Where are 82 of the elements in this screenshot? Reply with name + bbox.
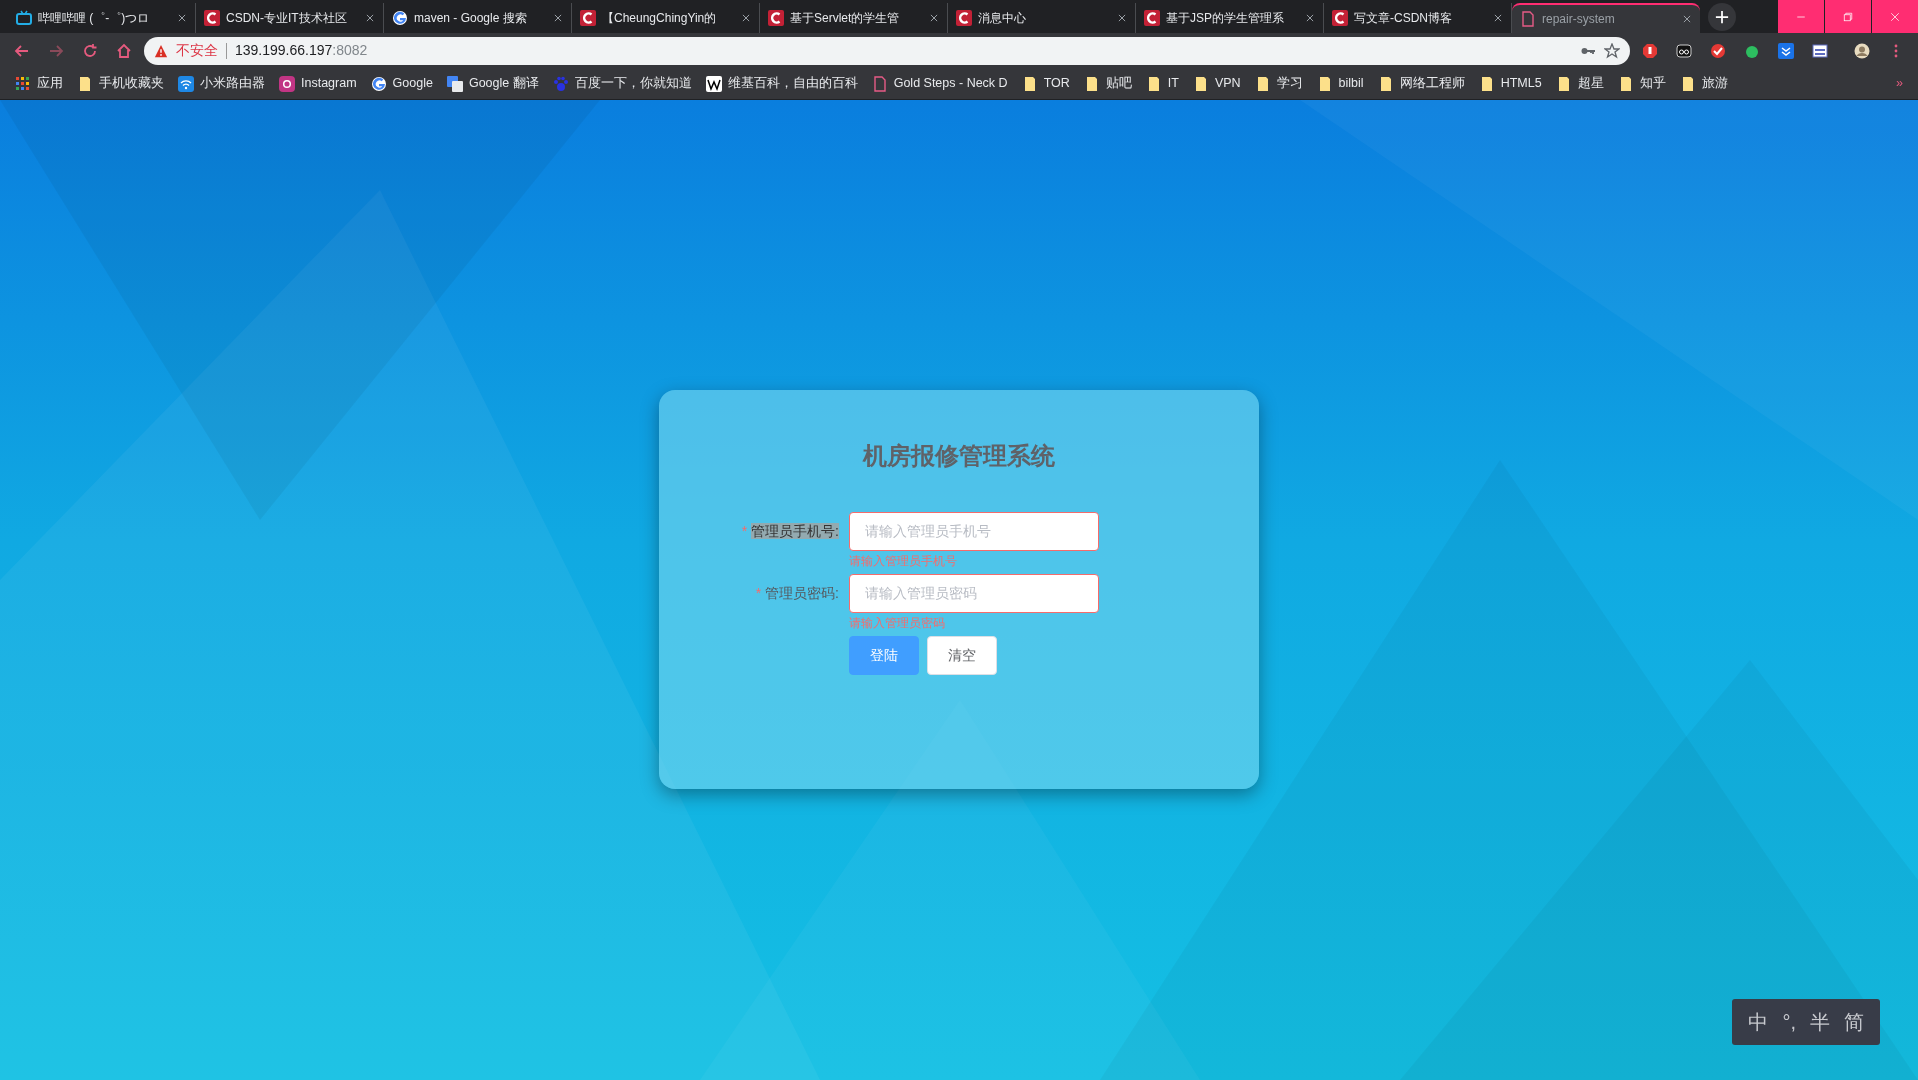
bookmark[interactable]: Gold Steps - Neck D bbox=[864, 72, 1015, 95]
wifi-icon bbox=[178, 75, 194, 92]
close-icon bbox=[1117, 13, 1127, 23]
letter-c-icon bbox=[1332, 10, 1348, 26]
plus-icon[interactable] bbox=[1715, 9, 1729, 24]
bookmark[interactable]: 小米路由器 bbox=[171, 72, 272, 95]
field-label: 管理员手机号: bbox=[751, 522, 839, 539]
error-message: 请输入管理员手机号 bbox=[849, 552, 958, 570]
restore-icon[interactable] bbox=[1842, 10, 1854, 23]
required-mark: * bbox=[741, 522, 748, 539]
bookmark[interactable]: 网络工程师 bbox=[1370, 72, 1472, 95]
star-icon bbox=[1604, 42, 1620, 59]
field-label: 管理员密码: bbox=[765, 584, 839, 601]
bookmark[interactable]: HTML5 bbox=[1471, 72, 1549, 95]
bookmark[interactable]: VPN bbox=[1185, 72, 1248, 95]
mask-icon[interactable] bbox=[1676, 42, 1692, 59]
google-icon bbox=[392, 10, 408, 26]
close-icon bbox=[177, 13, 187, 23]
more-bookmarks-button[interactable]: » bbox=[1889, 72, 1910, 95]
form-title: 机房报修管理系统 bbox=[861, 442, 1056, 471]
restore-button[interactable] bbox=[1825, 0, 1871, 33]
download-icon[interactable] bbox=[1778, 42, 1794, 59]
bookmark[interactable]: 旅游 bbox=[1672, 72, 1735, 95]
letter-c-icon bbox=[1144, 10, 1160, 26]
bookmark[interactable]: 百度一下，你就知道 bbox=[545, 72, 699, 95]
new-tab-button[interactable] bbox=[1708, 2, 1736, 31]
close-icon bbox=[365, 13, 375, 23]
folder-icon bbox=[77, 75, 93, 92]
bookmark[interactable]: Google bbox=[363, 72, 440, 95]
letter-c-icon bbox=[204, 10, 220, 26]
bookmark[interactable]: Instagram bbox=[272, 72, 364, 95]
close-icon bbox=[1305, 13, 1315, 23]
clear-button[interactable]: 清空 bbox=[927, 635, 997, 675]
ime-toggle[interactable]: °, bbox=[1782, 1007, 1796, 1037]
letter-c-icon bbox=[768, 10, 784, 26]
back-icon[interactable] bbox=[14, 42, 30, 59]
check-icon[interactable] bbox=[1710, 42, 1726, 59]
bookmark[interactable]: 超星 bbox=[1548, 72, 1611, 95]
google-icon bbox=[370, 75, 387, 92]
error-message: 请输入管理员密码 bbox=[849, 614, 946, 632]
url-text: 139.199.66.197:8082 bbox=[235, 41, 368, 60]
page-icon bbox=[871, 75, 888, 92]
ime-toggle[interactable]: 简 bbox=[1844, 1007, 1864, 1037]
bookmark[interactable]: 应用 bbox=[8, 72, 70, 95]
bookmark[interactable]: Google 翻译 bbox=[439, 72, 546, 95]
bookmark[interactable]: 手机收藏夹 bbox=[70, 72, 171, 95]
camera-icon bbox=[279, 75, 295, 92]
input-field[interactable]: 请输入管理员手机号 bbox=[849, 511, 1099, 551]
apps-icon bbox=[15, 75, 31, 92]
bookmark[interactable]: 贴吧 bbox=[1076, 72, 1139, 95]
input-field[interactable]: 请输入管理员密码 bbox=[849, 573, 1099, 613]
home-icon[interactable] bbox=[116, 42, 132, 59]
wiki-icon bbox=[705, 75, 722, 92]
close-icon bbox=[741, 13, 751, 23]
warning-icon bbox=[154, 43, 168, 58]
address-bar[interactable]: 不安全 139.199.66.197:8082 bbox=[144, 36, 1630, 65]
window-icon[interactable] bbox=[1812, 42, 1828, 59]
bookmark[interactable]: bilbil bbox=[1309, 72, 1371, 95]
security-label: 不安全 bbox=[176, 41, 218, 60]
bookmark[interactable]: TOR bbox=[1014, 72, 1077, 95]
forward-icon[interactable] bbox=[48, 42, 64, 59]
letter-c-icon bbox=[580, 10, 596, 26]
page-icon bbox=[1520, 11, 1536, 27]
close-icon bbox=[1493, 13, 1503, 23]
hand-icon[interactable] bbox=[1642, 42, 1658, 59]
paw-icon bbox=[552, 75, 569, 92]
bookmark[interactable]: 维基百科，自由的百科 bbox=[698, 72, 865, 95]
translate-icon bbox=[446, 75, 463, 92]
letter-c-icon bbox=[956, 10, 972, 26]
browser-tab[interactable]: repair-system bbox=[1512, 3, 1700, 33]
reload-icon[interactable] bbox=[82, 42, 98, 59]
bookmark[interactable]: 知乎 bbox=[1610, 72, 1673, 95]
bookmark[interactable]: IT bbox=[1138, 72, 1186, 95]
ime-toggle[interactable]: 中 bbox=[1748, 1007, 1769, 1037]
required-mark: * bbox=[755, 584, 762, 601]
close-icon[interactable] bbox=[1889, 10, 1901, 23]
bookmark[interactable]: 学习 bbox=[1247, 72, 1310, 95]
close-icon bbox=[929, 13, 939, 23]
ime-toggle[interactable]: 半 bbox=[1810, 1007, 1830, 1037]
close-icon bbox=[1682, 14, 1692, 24]
tv-icon bbox=[16, 10, 32, 26]
close-icon bbox=[553, 13, 563, 23]
